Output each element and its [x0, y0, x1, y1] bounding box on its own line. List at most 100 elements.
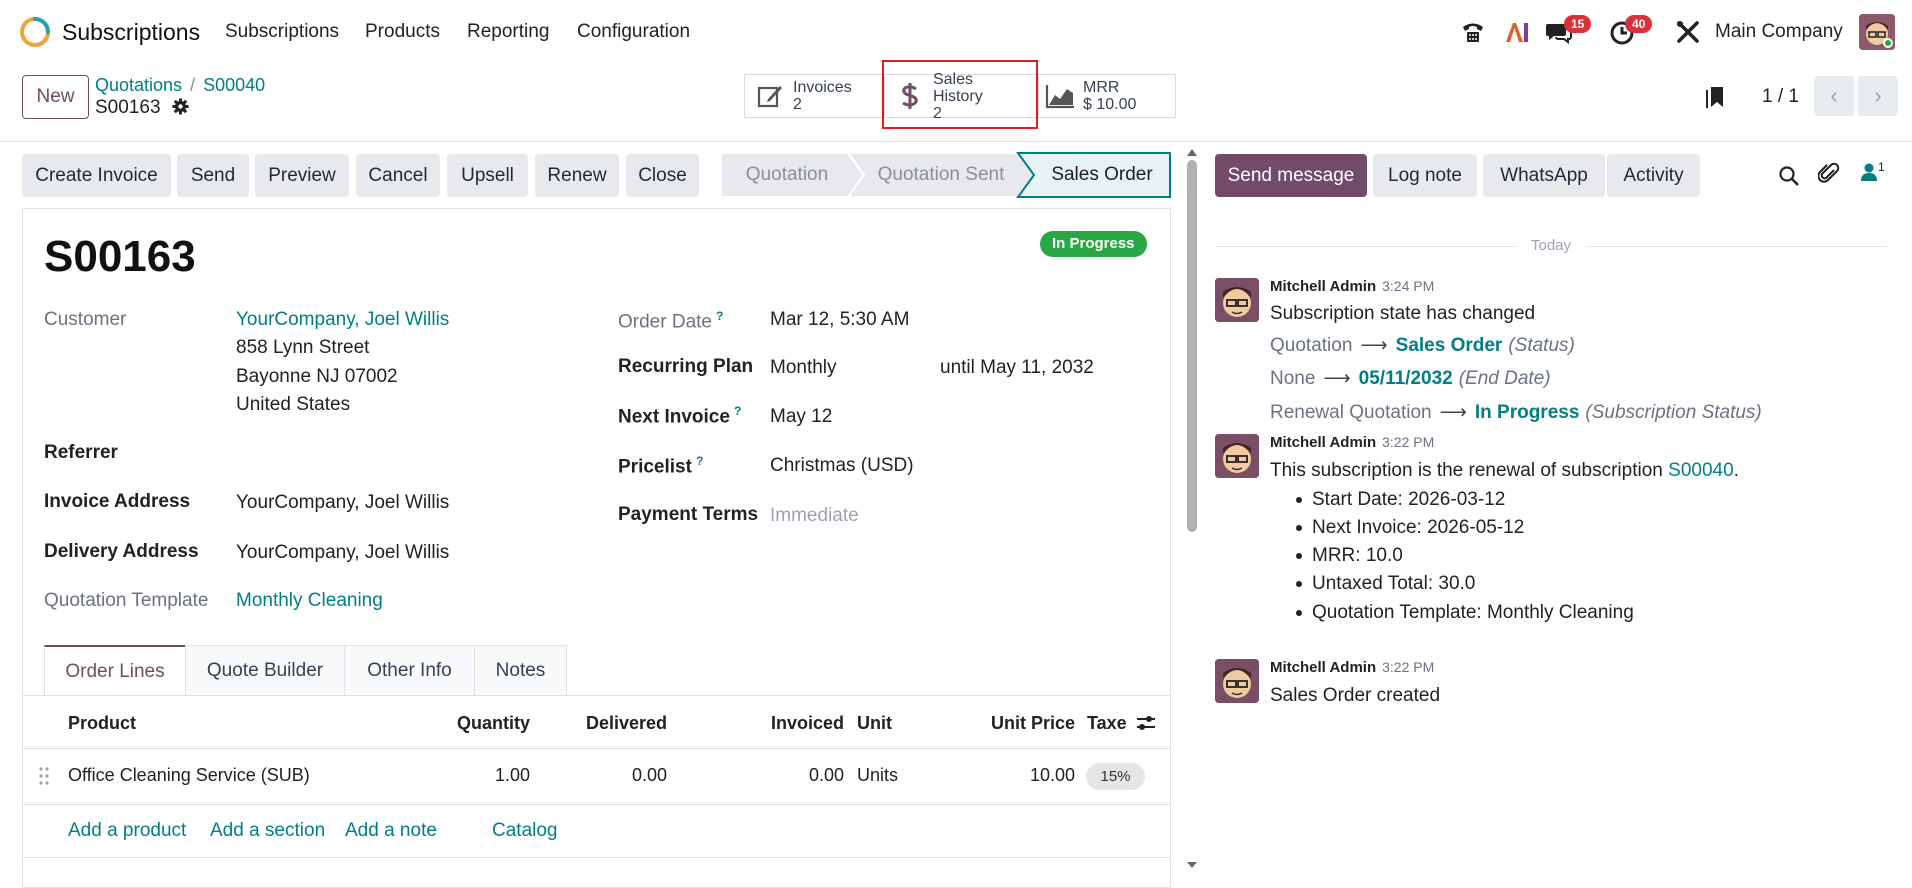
pager-value[interactable]: 1 / 1: [1762, 86, 1799, 108]
paperclip-icon[interactable]: [1818, 162, 1840, 186]
add-note-link[interactable]: Add a note: [345, 820, 437, 842]
invoice-address-field[interactable]: YourCompany, Joel Willis: [236, 492, 449, 514]
cancel-button[interactable]: Cancel: [356, 154, 440, 197]
user-avatar[interactable]: [1859, 14, 1895, 50]
add-product-link[interactable]: Add a product: [68, 820, 186, 842]
stage-quotation-sent[interactable]: Quotation Sent: [866, 153, 1016, 197]
message-text: This subscription is the renewal of subs…: [1270, 460, 1663, 481]
add-section-link[interactable]: Add a section: [210, 820, 325, 842]
phone-icon[interactable]: [1459, 18, 1487, 46]
menu-reporting[interactable]: Reporting: [467, 21, 549, 43]
next-invoice-field[interactable]: May 12: [770, 406, 832, 428]
next-invoice-label: Next Invoice?: [618, 404, 741, 428]
customer-field[interactable]: YourCompany, Joel Willis: [236, 309, 449, 331]
log-note-button[interactable]: Log note: [1373, 154, 1477, 197]
gear-icon[interactable]: [172, 98, 189, 115]
payment-terms-label: Payment Terms: [618, 504, 759, 525]
help-icon[interactable]: ?: [716, 309, 723, 323]
author-avatar[interactable]: [1215, 278, 1259, 322]
menu-subscriptions[interactable]: Subscriptions: [225, 21, 339, 43]
line-unit-price[interactable]: 10.00: [960, 765, 1075, 786]
followers-count: 1: [1878, 160, 1885, 174]
send-message-button[interactable]: Send message: [1215, 154, 1367, 197]
followers-button[interactable]: 1: [1860, 160, 1885, 188]
scrollbar-thumb[interactable]: [1187, 160, 1197, 532]
bookmark-icon[interactable]: [1704, 85, 1726, 109]
message-author[interactable]: Mitchell Admin: [1270, 278, 1376, 295]
pager-previous-button[interactable]: ‹: [1814, 76, 1854, 116]
message-body: Subscription state has changed: [1270, 303, 1536, 324]
tab-other-info[interactable]: Other Info: [344, 645, 475, 696]
scroll-down-arrow-icon[interactable]: [1187, 862, 1197, 868]
search-icon[interactable]: [1778, 165, 1800, 187]
col-unit-price[interactable]: Unit Price: [960, 713, 1075, 734]
referrer-field[interactable]: [236, 440, 556, 466]
order-date-field[interactable]: Mar 12, 5:30 AM: [770, 309, 909, 331]
help-icon[interactable]: ?: [696, 454, 703, 468]
renew-button[interactable]: Renew: [535, 154, 619, 197]
tools-icon[interactable]: [1674, 18, 1702, 46]
col-unit[interactable]: Unit: [857, 713, 892, 734]
drag-handle-icon[interactable]: [38, 766, 50, 786]
breadcrumb-quotations[interactable]: Quotations: [95, 75, 182, 95]
preview-button[interactable]: Preview: [255, 154, 349, 197]
whatsapp-button[interactable]: WhatsApp: [1483, 154, 1605, 197]
tracking-new-value: Sales Order: [1395, 335, 1503, 356]
scroll-up-arrow-icon[interactable]: [1187, 149, 1197, 156]
menu-configuration[interactable]: Configuration: [577, 21, 690, 43]
tab-notes[interactable]: Notes: [474, 645, 567, 696]
close-button[interactable]: Close: [626, 154, 699, 197]
col-product[interactable]: Product: [68, 713, 136, 734]
message-author[interactable]: Mitchell Admin: [1270, 659, 1376, 676]
end-date-field[interactable]: until May 11, 2032: [940, 357, 1094, 379]
app-logo-icon[interactable]: [19, 16, 51, 48]
line-tax-badge[interactable]: 15%: [1086, 763, 1145, 790]
tracking-field: (Subscription Status): [1585, 402, 1762, 423]
payment-terms-field[interactable]: Immediate: [770, 505, 859, 527]
date-separator: Today: [1215, 236, 1887, 256]
tab-order-lines[interactable]: Order Lines: [44, 645, 186, 696]
line-quantity[interactable]: 1.00: [430, 765, 530, 786]
col-delivered[interactable]: Delivered: [560, 713, 667, 734]
line-unit[interactable]: Units: [857, 765, 898, 786]
col-quantity[interactable]: Quantity: [430, 713, 530, 734]
upsell-button[interactable]: Upsell: [447, 154, 528, 197]
column-settings-icon[interactable]: [1136, 714, 1156, 732]
app-name[interactable]: Subscriptions: [62, 19, 200, 46]
tab-quote-builder[interactable]: Quote Builder: [185, 645, 345, 696]
invoices-smart-button[interactable]: Invoices 2: [744, 74, 884, 118]
stage-sales-order[interactable]: Sales Order: [1034, 153, 1170, 197]
pager-next-button[interactable]: ›: [1858, 76, 1898, 116]
col-taxes[interactable]: Taxes: [1087, 713, 1127, 734]
subscription-link[interactable]: S00040: [1668, 460, 1734, 481]
breadcrumb-s00040[interactable]: S00040: [203, 75, 265, 95]
stage-quotation[interactable]: Quotation: [722, 153, 852, 197]
referrer-label: Referrer: [44, 442, 118, 463]
pricelist-field[interactable]: Christmas (USD): [770, 455, 914, 477]
catalog-link[interactable]: Catalog: [492, 820, 558, 842]
quotation-template-field[interactable]: Monthly Cleaning: [236, 590, 383, 612]
row-divider: [22, 804, 1171, 805]
help-icon[interactable]: ?: [734, 404, 741, 418]
ai-icon[interactable]: [1503, 18, 1531, 46]
company-switcher[interactable]: Main Company: [1715, 21, 1843, 43]
author-avatar[interactable]: [1215, 434, 1259, 478]
recurring-plan-field[interactable]: Monthly: [770, 357, 837, 379]
line-invoiced[interactable]: 0.00: [740, 765, 844, 786]
mrr-smart-button[interactable]: MRR $ 10.00: [1038, 74, 1176, 118]
line-delivered[interactable]: 0.00: [560, 765, 667, 786]
address-line-1: 858 Lynn Street: [236, 337, 370, 358]
author-avatar[interactable]: [1215, 659, 1259, 703]
col-invoiced[interactable]: Invoiced: [740, 713, 844, 734]
send-button[interactable]: Send: [177, 154, 249, 197]
menu-products[interactable]: Products: [365, 21, 440, 43]
list-item: MRR: 10.0: [1296, 545, 1403, 566]
message-author[interactable]: Mitchell Admin: [1270, 434, 1376, 451]
mrr-value: $ 10.00: [1083, 96, 1137, 113]
new-button[interactable]: New: [22, 75, 89, 119]
activity-button[interactable]: Activity: [1607, 154, 1700, 197]
create-invoice-button[interactable]: Create Invoice: [22, 154, 171, 197]
tracking-line: Renewal Quotation ⟶ In Progress (Subscripti…: [1270, 401, 1762, 424]
line-product[interactable]: Office Cleaning Service (SUB): [68, 765, 310, 786]
delivery-address-field[interactable]: YourCompany, Joel Willis: [236, 542, 449, 564]
